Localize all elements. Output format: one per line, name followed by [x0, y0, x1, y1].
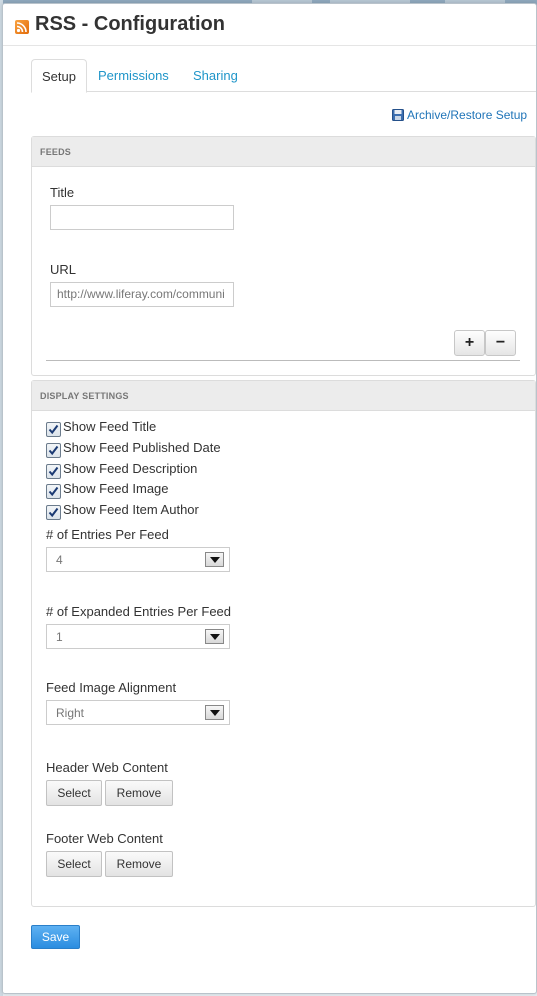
tab-permissions[interactable]: Permissions	[98, 59, 169, 92]
show-feed-published-date-checkbox[interactable]	[46, 443, 61, 458]
show-feed-title-label: Show Feed Title	[63, 419, 157, 434]
show-feed-image-label: Show Feed Image	[63, 481, 169, 496]
tab-sharing[interactable]: Sharing	[193, 59, 238, 92]
save-button[interactable]: Save	[31, 925, 80, 949]
show-feed-title-checkbox[interactable]	[46, 422, 61, 437]
show-feed-item-author-label: Show Feed Item Author	[63, 502, 199, 517]
feed-url-label: URL	[50, 262, 77, 277]
tab-setup[interactable]: Setup	[31, 59, 87, 93]
feeds-panel-header: FEEDS	[32, 137, 535, 167]
show-feed-published-date-label: Show Feed Published Date	[63, 440, 221, 455]
footer-select-button[interactable]: Select	[46, 851, 102, 877]
chevron-down-icon	[205, 629, 224, 644]
feed-image-alignment-select[interactable]: Right	[46, 700, 230, 725]
tab-bar: Setup Permissions Sharing	[31, 59, 536, 93]
entries-per-feed-select[interactable]: 4	[46, 547, 230, 572]
expanded-entries-value: 1	[56, 630, 63, 644]
dialog-title: RSS - Configuration	[35, 13, 225, 35]
dialog-title-bar: RSS - Configuration	[3, 4, 536, 46]
archive-restore-label: Archive/Restore Setup	[407, 108, 528, 122]
feed-url-input[interactable]: http://www.liferay.com/communi	[50, 282, 234, 307]
header-select-button[interactable]: Select	[46, 780, 102, 806]
show-feed-description-checkbox[interactable]	[46, 464, 61, 479]
feeds-panel: FEEDS Title URL http://www.liferay.com/c…	[31, 136, 536, 376]
show-feed-item-author-checkbox[interactable]	[46, 505, 61, 520]
chevron-down-icon	[205, 552, 224, 567]
footer-remove-button[interactable]: Remove	[105, 851, 173, 877]
feed-title-input[interactable]	[50, 205, 234, 230]
save-disk-icon	[392, 109, 404, 121]
feed-title-label: Title	[50, 185, 75, 200]
footer-web-content-label: Footer Web Content	[46, 831, 163, 846]
show-feed-description-label: Show Feed Description	[63, 461, 198, 476]
rss-icon	[15, 20, 29, 34]
display-settings-panel: DISPLAY SETTINGS Show Feed Title Show Fe…	[31, 380, 536, 907]
expanded-entries-label: # of Expanded Entries Per Feed	[46, 604, 232, 619]
remove-feed-button[interactable]: −	[485, 330, 516, 356]
feed-image-alignment-label: Feed Image Alignment	[46, 680, 177, 695]
feeds-divider	[46, 360, 520, 361]
display-settings-header: DISPLAY SETTINGS	[32, 381, 535, 411]
configuration-dialog: RSS - Configuration Setup Permissions Sh…	[2, 3, 537, 994]
header-web-content-label: Header Web Content	[46, 760, 168, 775]
header-remove-button[interactable]: Remove	[105, 780, 173, 806]
entries-per-feed-value: 4	[56, 553, 63, 567]
entries-per-feed-label: # of Entries Per Feed	[46, 527, 169, 542]
add-feed-button[interactable]: +	[454, 330, 485, 356]
archive-restore-link[interactable]: Archive/Restore Setup	[392, 108, 527, 122]
chevron-down-icon	[205, 705, 224, 720]
expanded-entries-select[interactable]: 1	[46, 624, 230, 649]
feed-image-alignment-value: Right	[56, 706, 85, 720]
show-feed-image-checkbox[interactable]	[46, 484, 61, 499]
